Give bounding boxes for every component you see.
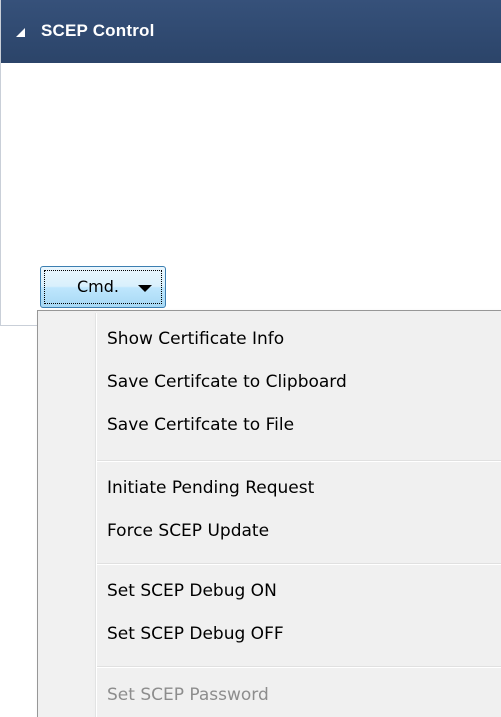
menu-icon-gutter [40, 313, 93, 717]
menu-item-save-certificate-to-file[interactable]: Save Certifcate to File [107, 415, 294, 435]
scep-control-panel: SCEP Control Cmd. [0, 0, 501, 326]
menu-separator [97, 666, 501, 668]
app-window: SCEP Control Cmd. Show Certificate Info … [0, 0, 501, 717]
triangle-collapse-icon[interactable] [16, 28, 25, 37]
menu-separator [97, 460, 501, 462]
chevron-down-icon [138, 285, 152, 292]
gutter-divider-highlight [96, 313, 97, 717]
menu-item-save-certificate-to-clipboard[interactable]: Save Certifcate to Clipboard [107, 372, 347, 392]
panel-title: SCEP Control [41, 21, 155, 40]
menu-item-initiate-pending-request[interactable]: Initiate Pending Request [107, 478, 314, 498]
menu-separator [97, 563, 501, 565]
panel-header[interactable]: SCEP Control [1, 0, 501, 63]
cmd-button-label: Cmd. [77, 277, 119, 296]
menu-item-set-scep-password: Set SCEP Password [107, 685, 269, 705]
menu-item-set-scep-debug-off[interactable]: Set SCEP Debug OFF [107, 624, 284, 644]
command-dropdown-menu: Show Certificate Info Save Certifcate to… [37, 310, 501, 717]
menu-item-show-certificate-info[interactable]: Show Certificate Info [107, 329, 284, 349]
menu-item-set-scep-debug-on[interactable]: Set SCEP Debug ON [107, 581, 277, 601]
cmd-dropdown-button[interactable]: Cmd. [40, 266, 166, 308]
menu-item-force-scep-update[interactable]: Force SCEP Update [107, 521, 269, 541]
